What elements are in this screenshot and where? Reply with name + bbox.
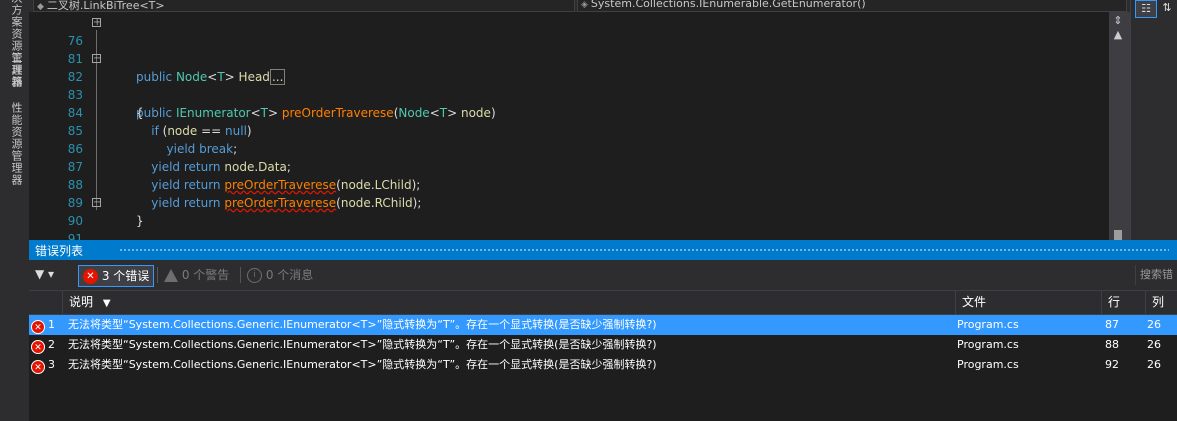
expand-icon[interactable]: + <box>92 18 101 28</box>
sort-descending-icon: ▼ <box>102 298 111 309</box>
method-icon: ◈ <box>581 0 588 10</box>
side-tab-performance-explorer[interactable]: 性能资源管理器 <box>4 102 24 186</box>
editor-scrollbar[interactable]: ⇕ ▲ <box>1109 12 1130 240</box>
messages-toggle-label: 0 个消息 <box>265 268 314 282</box>
warnings-toggle-label: 0 个警告 <box>181 268 230 282</box>
left-tool-rail: 解决方案资源管理器 工具箱 性能资源管理器 <box>0 0 30 421</box>
code-line: 81 <box>29 32 1109 66</box>
code-line: 84 if (node == null) <box>29 86 1109 138</box>
collapse-icon[interactable]: − <box>92 198 101 208</box>
table-row[interactable]: ✕ 1 无法将类型“System.Collections.Generic.IEn… <box>29 315 1177 335</box>
row-column: 26 <box>1147 318 1161 331</box>
code-line: 91 { <box>29 212 1109 240</box>
warnings-toggle-button[interactable]: 0 个警告 <box>164 265 229 285</box>
messages-toggle-button[interactable]: i 0 个消息 <box>247 265 313 285</box>
column-header-file[interactable]: 文件 <box>955 291 1101 314</box>
error-search-input[interactable]: 搜索错 <box>1135 265 1177 285</box>
row-file: Program.cs <box>957 358 1019 371</box>
split-icon[interactable]: ⇕ <box>1112 14 1124 27</box>
column-description-label: 说明 <box>69 295 94 309</box>
header-grip <box>119 248 1169 253</box>
row-index: 2 <box>48 338 55 351</box>
error-icon: ✕ <box>31 340 45 354</box>
row-line: 87 <box>1105 318 1119 331</box>
code-line: 76 + public Node<T> Head... <box>29 14 1109 85</box>
class-icon: ◆ <box>37 2 44 12</box>
filter-icon[interactable]: ▼ ▾ <box>35 267 54 281</box>
class-scope-label: 二叉树.LinkBiTree<T> <box>46 0 165 12</box>
member-scope-label: System.Collections.IEnumerable.GetEnumer… <box>590 0 866 10</box>
error-list-title: 错误列表 <box>35 244 84 258</box>
row-column: 26 <box>1147 358 1161 371</box>
code-line: 82 − public IEnumerator<T> preOrderTrave… <box>29 50 1109 121</box>
row-description: 无法将类型“System.Collections.Generic.IEnumer… <box>68 318 657 331</box>
column-header-description[interactable]: 说明 ▼ <box>62 291 955 314</box>
code-line: 87 yield return preOrderTraverese(node.L… <box>29 140 1109 192</box>
view-toggle-icon[interactable]: ☷ <box>1135 0 1157 18</box>
code-editor[interactable]: 76 + public Node<T> Head... 81 82 − publ… <box>29 12 1109 240</box>
column-header-line[interactable]: 行 <box>1101 291 1145 314</box>
scrollbar-thumb[interactable] <box>1114 230 1122 240</box>
code-line: 92 yield return preOrderTraverese(head); <box>29 230 1109 240</box>
warning-icon <box>164 269 178 282</box>
column-header-column[interactable]: 列 <box>1145 291 1177 314</box>
code-line: 86 yield return node.Data; <box>29 122 1109 174</box>
code-line: 89 } <box>29 176 1109 228</box>
error-list-grid: ✕ 1 无法将类型“System.Collections.Generic.IEn… <box>29 315 1177 421</box>
error-list-header[interactable]: 错误列表 <box>29 240 1177 260</box>
collapse-icon[interactable]: − <box>92 54 101 64</box>
error-icon: ✕ <box>31 320 45 334</box>
row-description: 无法将类型“System.Collections.Generic.IEnumer… <box>68 338 657 351</box>
class-scope-dropdown[interactable]: ◆ 二叉树.LinkBiTree<T> <box>33 0 575 12</box>
error-list-column-headers: 说明 ▼ 文件 行 列 <box>29 291 1177 315</box>
separator <box>157 267 158 283</box>
error-icon: ✕ <box>31 360 45 374</box>
code-line: 88 yield return preOrderTraverese(node.R… <box>29 158 1109 210</box>
errors-toggle-button[interactable]: ✕ 3 个错误 <box>78 265 155 287</box>
row-index: 3 <box>48 358 55 371</box>
error-list-toolbar: ▼ ▾ ✕ 3 个错误 0 个警告 i 0 个消息 搜索错 <box>29 260 1177 291</box>
member-scope-dropdown[interactable]: ◈ System.Collections.IEnumerable.GetEnume… <box>577 0 1127 12</box>
info-icon: i <box>247 268 262 283</box>
code-line: 85 yield break; <box>29 104 1109 156</box>
error-icon: ✕ <box>83 269 98 284</box>
row-file: Program.cs <box>957 318 1019 331</box>
code-line: 90 − public IEnumerator<T> GetEnumerator… <box>29 194 1109 229</box>
errors-toggle-label: 3 个错误 <box>101 269 150 283</box>
row-file: Program.cs <box>957 338 1019 351</box>
sort-icon[interactable]: ⇅ <box>1157 0 1177 16</box>
side-tab-toolbox[interactable]: 工具箱 <box>4 52 24 88</box>
code-line: 83 { <box>29 68 1109 120</box>
row-column: 26 <box>1147 338 1161 351</box>
separator <box>240 267 241 283</box>
row-index: 1 <box>48 318 55 331</box>
table-row[interactable]: ✕ 2 无法将类型“System.Collections.Generic.IEn… <box>29 335 1177 355</box>
scroll-up-icon[interactable]: ▲ <box>1112 28 1124 41</box>
right-toolbar: ☷ ⇅ <box>1130 0 1177 240</box>
row-line: 88 <box>1105 338 1119 351</box>
table-row[interactable]: ✕ 3 无法将类型“System.Collections.Generic.IEn… <box>29 355 1177 375</box>
row-line: 92 <box>1105 358 1119 371</box>
row-description: 无法将类型“System.Collections.Generic.IEnumer… <box>68 358 657 371</box>
